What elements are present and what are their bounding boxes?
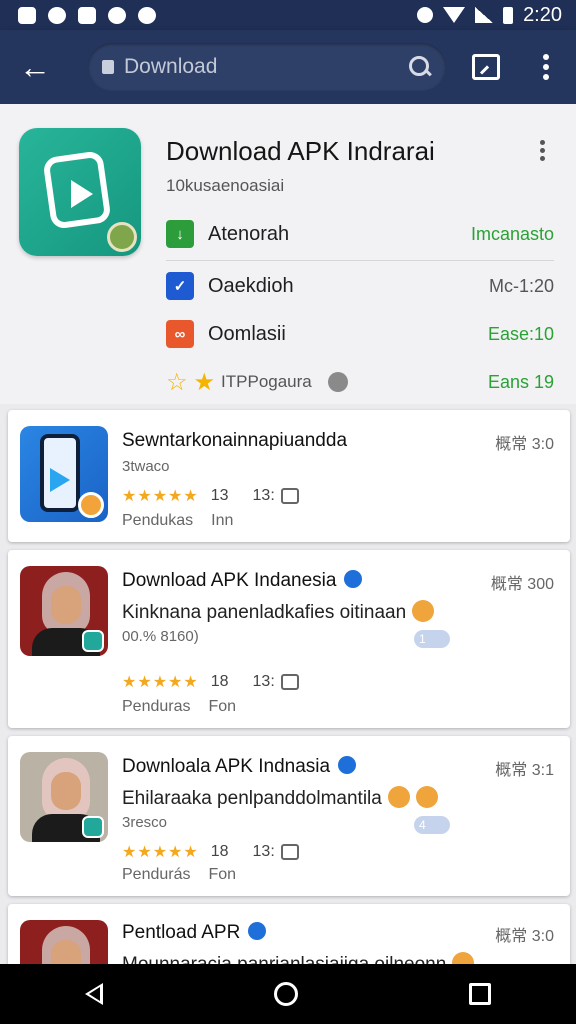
item-footer: Pendukas Inn xyxy=(122,512,234,529)
stars-icon: ★★★★★ xyxy=(122,844,199,861)
star-outline-icon: ☆ xyxy=(166,368,188,396)
emoji-icon xyxy=(415,786,438,808)
app-notification-icon xyxy=(48,6,66,24)
info-row-rating[interactable]: ☆ ★ ITPPogaura Eans 19 xyxy=(166,358,554,406)
item-title: Download APK Indanesia xyxy=(122,570,363,592)
divider xyxy=(166,260,554,261)
info-row-download[interactable]: ↓ Atenorah Imcanasto xyxy=(166,210,554,258)
verified-icon xyxy=(248,922,267,940)
reaction-badge[interactable]: 1 xyxy=(414,630,450,648)
lock-icon xyxy=(102,60,114,74)
rating-row: ★★★★★ 18 13: xyxy=(122,842,299,862)
clock: 2:20 xyxy=(523,3,562,26)
image-icon xyxy=(78,6,96,24)
battery-icon xyxy=(503,6,514,24)
stars-icon: ★★★★★ xyxy=(122,488,199,505)
signal-icon xyxy=(475,7,494,23)
gear-icon xyxy=(327,372,348,392)
stars-icon: ★★★★★ xyxy=(122,674,199,691)
header-menu-button[interactable] xyxy=(540,140,545,161)
item-meta: 3twaco xyxy=(122,458,170,475)
list-item[interactable]: Downloala APK Indnasia 概常 3:1 Ehilaraaka… xyxy=(8,736,570,896)
item-title: Pentload APR xyxy=(122,922,267,944)
list-item[interactable]: Sewntarkonainnapiuandda 概常 3:0 3twaco ★★… xyxy=(8,410,570,542)
thumbs-up-icon[interactable] xyxy=(280,844,299,860)
item-meta: 00.% 8160) xyxy=(122,628,199,645)
item-footer: Penduras Fon xyxy=(122,698,237,715)
nav-back-icon[interactable] xyxy=(85,983,104,1005)
arrow-icon xyxy=(50,468,70,492)
list-item[interactable]: Download APK Indanesia 概常 300 Kinknana p… xyxy=(8,550,570,728)
item-meta: 3resco xyxy=(122,814,168,831)
stats-icon xyxy=(18,6,36,24)
item-description: Kinknana panenladkafies oitinaan xyxy=(122,600,435,624)
star-icon: ★ xyxy=(193,368,216,396)
avatar xyxy=(20,752,108,842)
search-icon[interactable] xyxy=(408,55,432,79)
app-thumbnail xyxy=(20,426,108,522)
item-title: Downloala APK Indnasia xyxy=(122,756,357,778)
nav-recents-icon[interactable] xyxy=(468,983,491,1005)
emoji-icon xyxy=(412,600,435,622)
download-icon: ↓ xyxy=(166,220,194,248)
item-time: 概常 300 xyxy=(490,576,554,593)
mail-icon xyxy=(138,6,156,24)
app-title: Download APK Indrarai xyxy=(166,136,435,166)
item-title: Sewntarkonainnapiuandda xyxy=(122,430,348,451)
emoji-icon xyxy=(387,786,410,808)
item-footer: Pendurás Fon xyxy=(122,866,237,883)
verified-icon xyxy=(344,570,363,588)
item-time: 概常 3:0 xyxy=(495,928,554,945)
info-row-permissions[interactable]: ∞ Oomlasii Ease:10 xyxy=(166,310,554,358)
app-subtitle: 10kusaenoasiai xyxy=(166,176,285,195)
info-row-security[interactable]: ✓ Oaekdioh Mc-1:20 xyxy=(166,262,554,310)
verified-icon xyxy=(338,756,357,774)
game-icon xyxy=(108,6,126,24)
nav-home-icon[interactable] xyxy=(273,982,298,1006)
item-description: Ehilaraaka penlpanddolmantila xyxy=(122,786,438,810)
status-bar: 2:20 xyxy=(0,0,576,30)
badge-icon xyxy=(78,492,104,518)
reaction-badge[interactable]: 4 xyxy=(414,816,450,834)
search-bar[interactable] xyxy=(88,43,446,91)
thumbs-up-icon[interactable] xyxy=(280,488,299,504)
rating-row: ★★★★★ 18 13: xyxy=(122,672,299,692)
badge-icon xyxy=(107,222,137,252)
video-icon xyxy=(82,816,104,838)
rating-row: ★★★★★ 13 13: xyxy=(122,486,299,506)
shield-icon: ✓ xyxy=(166,272,194,300)
navigation-bar xyxy=(0,964,576,1024)
video-icon xyxy=(82,630,104,652)
app-header-card: Download APK Indrarai 10kusaenoasiai ↓ A… xyxy=(0,104,576,404)
sync-icon xyxy=(417,7,434,23)
overflow-menu-button[interactable] xyxy=(536,52,556,82)
item-time: 概常 3:0 xyxy=(495,436,554,453)
external-link-button[interactable] xyxy=(472,54,500,80)
puzzle-icon: ∞ xyxy=(166,320,194,348)
app-bar: ← xyxy=(0,30,576,104)
wifi-icon xyxy=(443,7,466,23)
arrow-left-icon: ← xyxy=(19,48,51,85)
avatar xyxy=(20,566,108,656)
thumbs-up-icon[interactable] xyxy=(280,674,299,690)
app-icon[interactable] xyxy=(19,128,141,256)
back-button[interactable]: ← xyxy=(0,30,70,104)
search-input[interactable] xyxy=(124,55,408,79)
item-time: 概常 3:1 xyxy=(495,762,554,779)
